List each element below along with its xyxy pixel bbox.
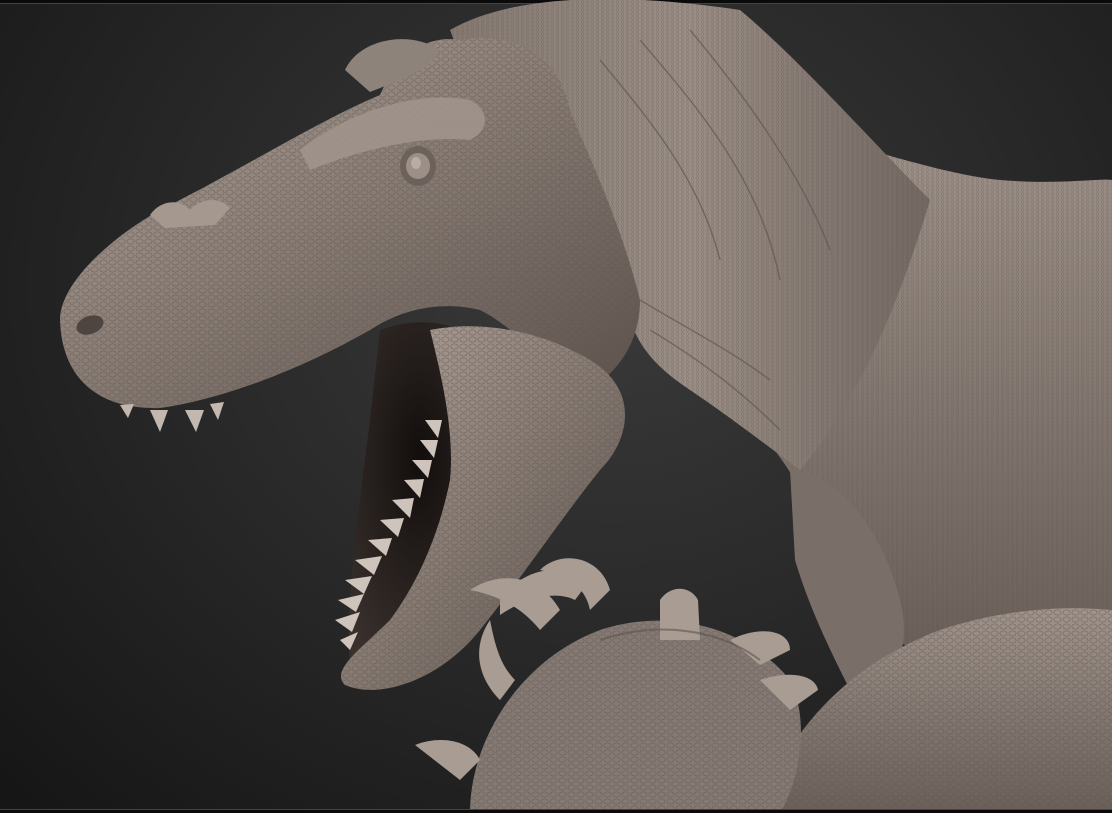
render-viewport — [0, 0, 1112, 813]
viewport-bottom-border — [0, 809, 1112, 813]
eye-icon — [400, 146, 436, 186]
sculpt-render — [60, 0, 1112, 813]
